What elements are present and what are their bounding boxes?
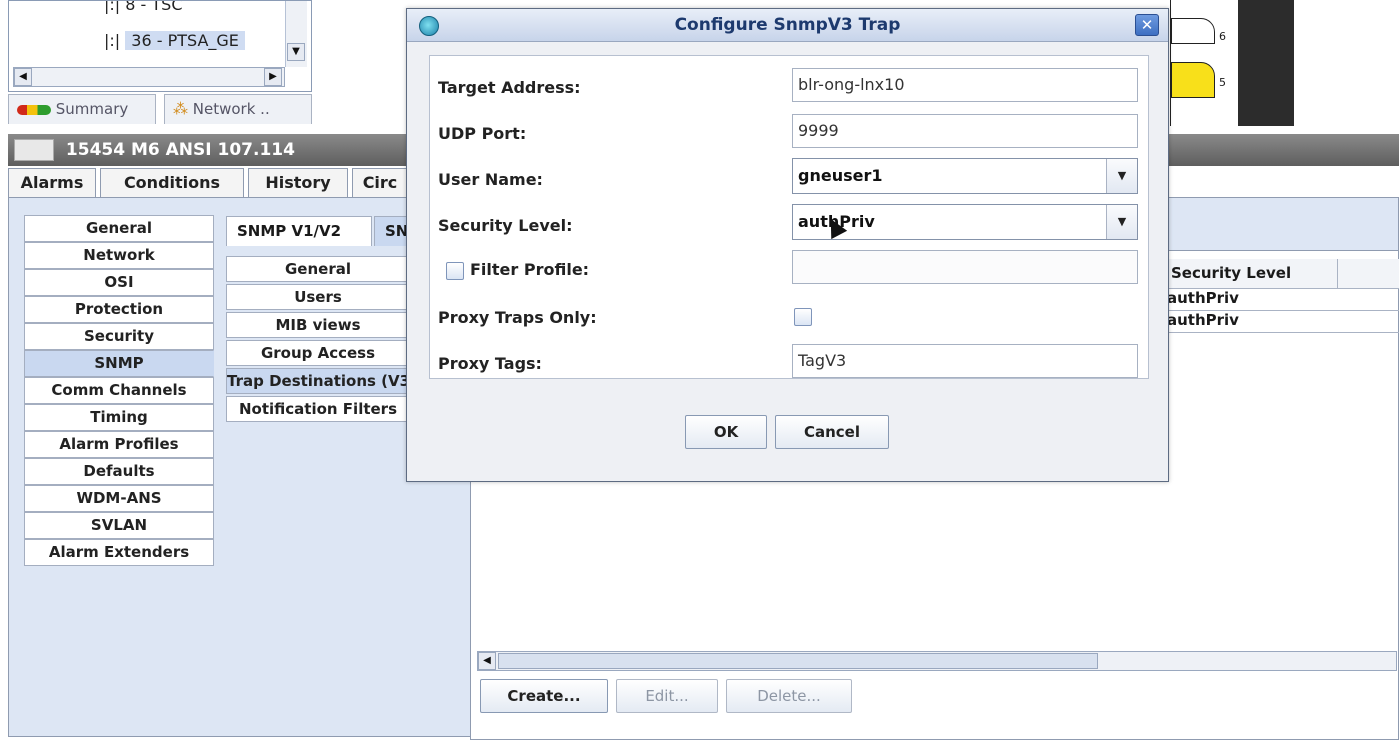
left-tab-svlan[interactable]: SVLAN [24, 512, 214, 539]
left-tab-alarm-profiles[interactable]: Alarm Profiles [24, 431, 214, 458]
tree-node-icon: |:| [104, 0, 121, 14]
sub-tab-group-access[interactable]: Group Access [226, 340, 410, 366]
left-tab-security[interactable]: Security [24, 323, 214, 350]
table-horizontal-scrollbar[interactable]: ◀ [477, 651, 1397, 671]
close-icon[interactable]: ✕ [1135, 14, 1159, 36]
dialog-title: Configure SnmpV3 Trap [674, 15, 901, 35]
left-tab-defaults[interactable]: Defaults [24, 458, 214, 485]
rack-frame [1238, 0, 1294, 126]
left-tab-protection[interactable]: Protection [24, 296, 214, 323]
node-tree[interactable]: |:| 8 - TSC |:| 36 - PTSA_GE ▼ ◀ ▶ [8, 0, 312, 92]
security-level-label: Security Level: [438, 216, 573, 235]
tree-vertical-scrollbar[interactable]: ▼ [285, 1, 307, 67]
tab-snmp-v3[interactable]: SNMP V3 [374, 216, 410, 246]
tab-circuits[interactable]: Circ [352, 168, 408, 198]
chevron-down-icon[interactable]: ▼ [1106, 205, 1137, 239]
sub-tab-mib-views[interactable]: MIB views [226, 312, 410, 338]
tab-history[interactable]: History [248, 168, 348, 198]
summary-alarm-icon [17, 104, 51, 115]
user-name-label: User Name: [438, 170, 543, 189]
edit-button[interactable]: Edit... [616, 679, 718, 713]
security-level-combo[interactable]: authPriv ▼ [792, 204, 1138, 240]
cell-security-level: authPriv [1167, 289, 1239, 307]
target-address-label: Target Address: [438, 78, 581, 97]
left-tab-alarm-extenders[interactable]: Alarm Extenders [24, 539, 214, 566]
tab-summary[interactable]: Summary [8, 94, 156, 124]
left-tab-wdm-ans[interactable]: WDM-ANS [24, 485, 214, 512]
scrollbar-thumb[interactable] [498, 653, 1098, 669]
target-address-field[interactable]: blr-ong-lnx10 [792, 68, 1138, 102]
scroll-down-icon[interactable]: ▼ [287, 43, 305, 61]
sub-tab-general[interactable]: General [226, 256, 410, 282]
tab-snmp-v1-v2[interactable]: SNMP V1/V2 [226, 216, 372, 246]
filter-profile-checkbox[interactable] [446, 262, 464, 280]
proxy-traps-only-checkbox[interactable] [794, 308, 812, 326]
delete-button[interactable]: Delete... [726, 679, 852, 713]
network-icon: ⁂ [173, 100, 188, 118]
ok-button[interactable]: OK [685, 415, 767, 449]
slot-label-5: 5 [1219, 76, 1226, 89]
slot-6-card[interactable] [1171, 18, 1215, 44]
left-tab-osi[interactable]: OSI [24, 269, 214, 296]
scroll-right-icon[interactable]: ▶ [264, 68, 282, 86]
window-title: 15454 M6 ANSI 107.114 [65, 140, 295, 160]
filter-profile-field[interactable] [792, 250, 1138, 284]
column-header-security-level[interactable]: Security Level [1171, 264, 1291, 282]
left-tab-timing[interactable]: Timing [24, 404, 214, 431]
tab-alarms[interactable]: Alarms [8, 168, 96, 198]
shelf-icon [14, 139, 54, 161]
udp-port-field[interactable]: 9999 [792, 114, 1138, 148]
tree-node-icon: |:| [104, 31, 121, 50]
cancel-button[interactable]: Cancel [775, 415, 889, 449]
sub-tab-trap-destinations[interactable]: Trap Destinations (V3) [226, 368, 410, 394]
create-button[interactable]: Create... [480, 679, 608, 713]
tab-conditions[interactable]: Conditions [100, 168, 244, 198]
chevron-down-icon[interactable]: ▼ [1106, 159, 1137, 193]
left-tab-general[interactable]: General [24, 215, 214, 242]
filter-profile-label: Filter Profile: [470, 260, 590, 279]
user-name-value: gneuser1 [798, 166, 883, 185]
shelf-slot-graphic: 6 5 [1170, 0, 1230, 126]
sub-tab-users[interactable]: Users [226, 284, 410, 310]
tree-item-ptsa-ge[interactable]: |:| 36 - PTSA_GE [104, 31, 245, 50]
left-tab-snmp[interactable]: SNMP [24, 350, 214, 377]
tree-item-tsc[interactable]: |:| 8 - TSC [104, 0, 183, 14]
view-tabs: Summary ⁂ Network .. [8, 94, 312, 124]
tree-horizontal-scrollbar[interactable]: ◀ ▶ [13, 67, 285, 87]
configure-snmpv3-trap-dialog: Configure SnmpV3 Trap ✕ Target Address: … [406, 8, 1169, 482]
scroll-left-icon[interactable]: ◀ [478, 652, 496, 670]
proxy-tags-label: Proxy Tags: [438, 354, 542, 373]
user-name-combo[interactable]: gneuser1 ▼ [792, 158, 1138, 194]
cell-security-level: authPriv [1167, 311, 1239, 329]
left-tab-comm-channels[interactable]: Comm Channels [24, 377, 214, 404]
udp-port-label: UDP Port: [438, 124, 527, 143]
table-row[interactable]: authPriv [1167, 311, 1399, 333]
trap-settings-group: Target Address: blr-ong-lnx10 UDP Port: … [429, 55, 1149, 379]
left-tab-network[interactable]: Network [24, 242, 214, 269]
slot-label-6: 6 [1219, 30, 1226, 43]
table-row[interactable]: authPriv [1167, 289, 1399, 311]
scroll-left-icon[interactable]: ◀ [14, 68, 32, 86]
sub-tab-notification-filters[interactable]: Notification Filters [226, 396, 410, 422]
table-header: Security Level [1167, 259, 1399, 289]
slot-5-card[interactable] [1171, 62, 1215, 98]
proxy-traps-only-label: Proxy Traps Only: [438, 308, 597, 327]
tab-network[interactable]: ⁂ Network .. [164, 94, 312, 124]
dialog-title-bar[interactable]: Configure SnmpV3 Trap ✕ [407, 9, 1168, 42]
proxy-tags-field[interactable]: TagV3 [792, 344, 1138, 378]
